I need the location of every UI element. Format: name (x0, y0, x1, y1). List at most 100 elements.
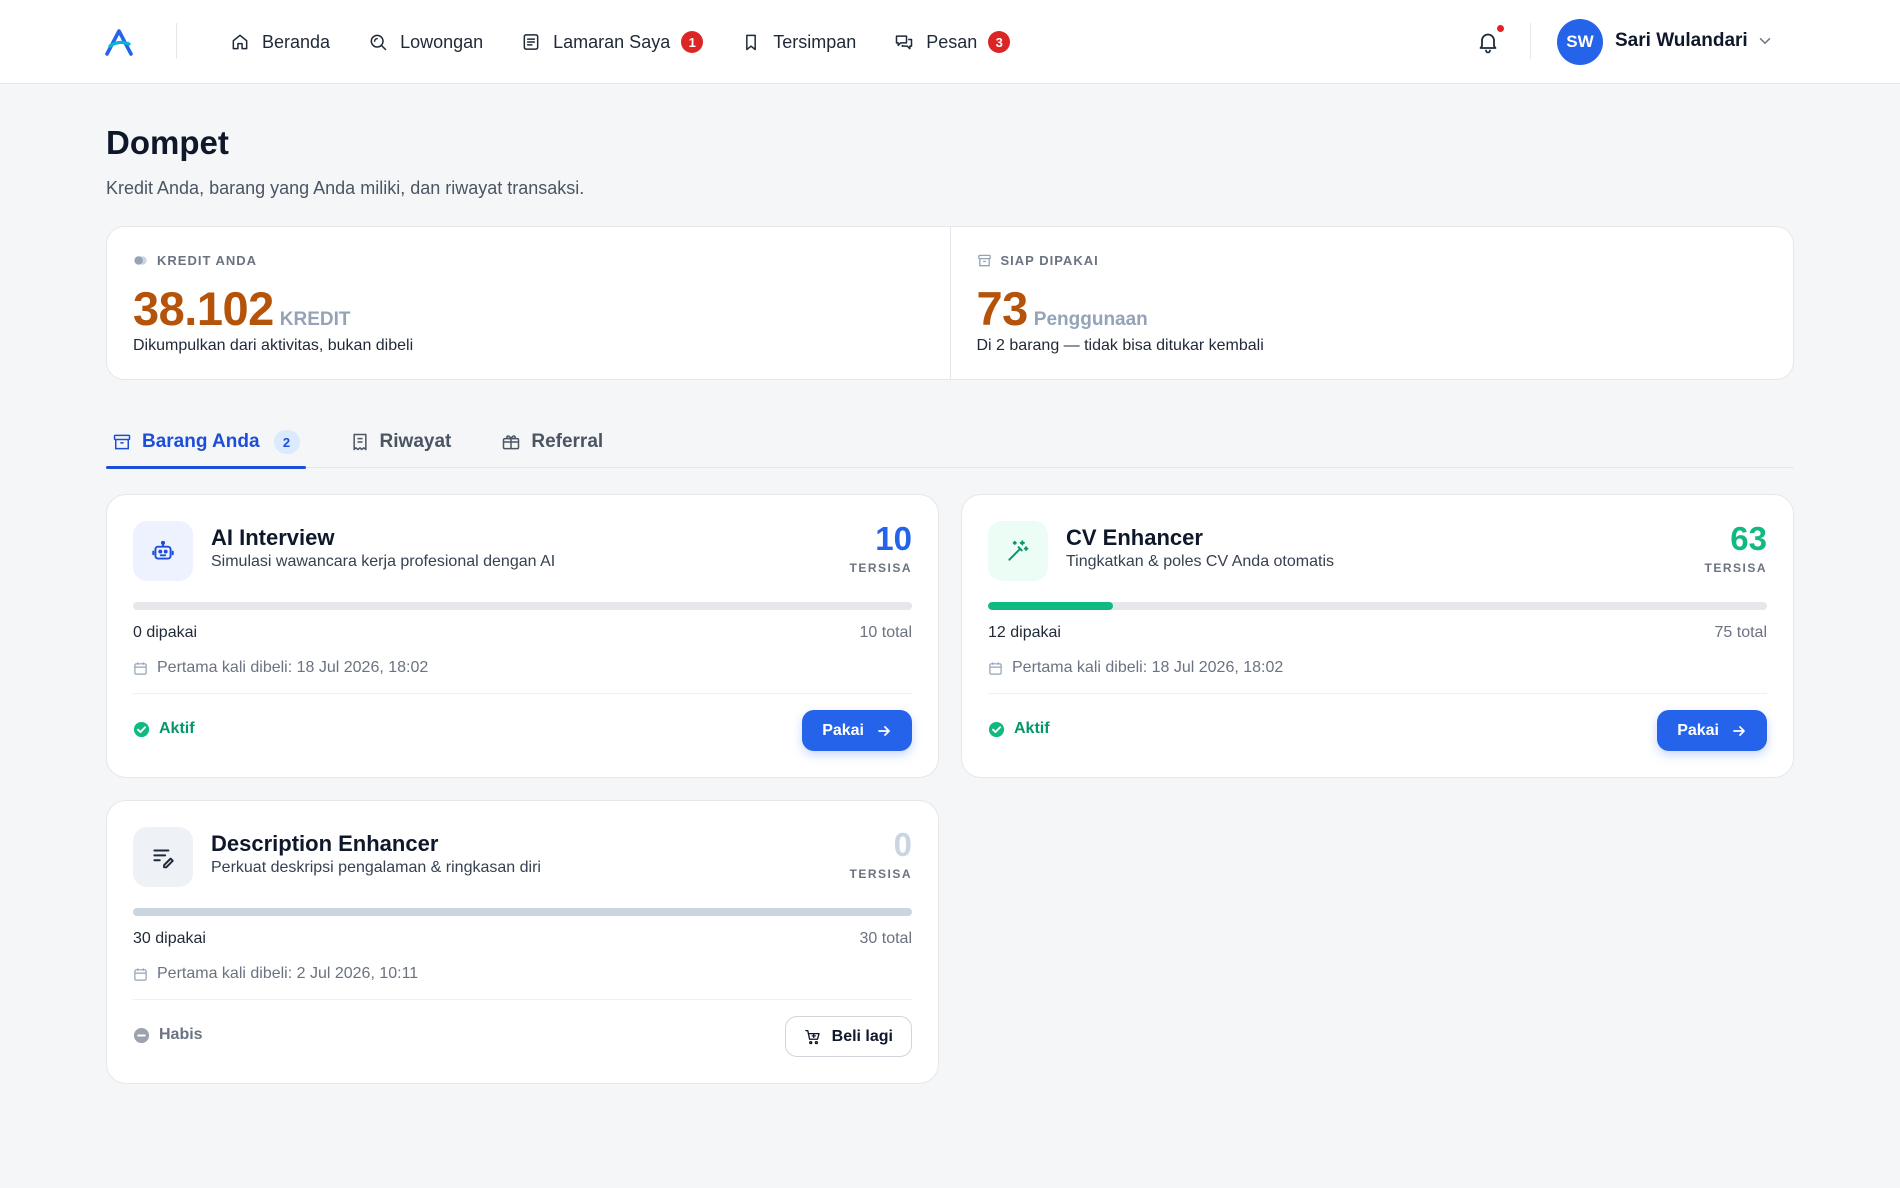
gift-icon (503, 435, 520, 450)
bell-icon[interactable] (1476, 30, 1500, 54)
edit-lines-icon (133, 827, 193, 887)
check-circle-icon (988, 721, 1005, 737)
item-description: Perkuat deskripsi pengalaman & ringkasan… (211, 859, 541, 876)
usage-progress-bar (133, 602, 912, 610)
top-navigation-bar: Beranda Lowongan Lamaran Saya 1 Tersimpa… (0, 0, 1900, 84)
purchase-date: Pertama kali dibeli: 18 Jul 2026, 18:02 (988, 659, 1283, 677)
used-count: 0 dipakai (133, 624, 198, 641)
page-title: Dompet (106, 124, 229, 161)
ready-stat-value: 73 Penggunaan (977, 281, 1148, 336)
credit-unit: KREDIT (279, 309, 351, 330)
bookmark-icon (746, 34, 757, 51)
tab-riwayat[interactable]: Riwayat (344, 416, 458, 468)
notification-count-badge: 1 (681, 31, 704, 53)
total-count: 10 total (859, 624, 912, 641)
ready-unit: Penggunaan (1033, 309, 1148, 330)
avatar[interactable]: SW (1557, 19, 1603, 65)
status-badge: Aktif (133, 720, 195, 738)
item-card-cv-enhancer: CV Enhancer Tingkatkan & poles CV Anda o… (961, 494, 1794, 778)
chevron-down-icon[interactable] (1756, 32, 1774, 50)
remaining-counter: 63 TERSISA (1704, 519, 1767, 575)
coins-icon (134, 256, 147, 265)
arrow-right-icon (1733, 725, 1745, 736)
tab-count-badge: 2 (273, 430, 300, 454)
ready-amount: 73 (976, 282, 1029, 335)
remaining-count: 0 (893, 826, 912, 863)
remaining-counter: 10 TERSISA (849, 519, 912, 575)
tab-label: Referral (531, 431, 604, 452)
wallet-tabs: Barang Anda 2 Riwayat Referral (106, 416, 1794, 469)
nav-item-pesan[interactable]: Pesan 3 (894, 22, 1011, 62)
user-name[interactable]: Sari Wulandari (1615, 30, 1748, 52)
nav-label: Lamaran Saya (553, 31, 671, 52)
arrow-right-icon (878, 725, 890, 736)
nav-item-beranda[interactable]: Beranda (230, 22, 330, 62)
check-circle-icon (133, 721, 150, 737)
tab-label: Riwayat (379, 431, 452, 452)
credit-stat: KREDIT ANDA 38.102 KREDIT Dikumpulkan da… (107, 227, 950, 379)
nav-label: Tersimpan (773, 31, 857, 52)
card-divider (133, 999, 912, 1000)
nav-label: Beranda (262, 31, 331, 52)
remaining-label: TERSISA (849, 561, 912, 575)
item-card-description-enhancer: Description Enhancer Perkuat deskripsi p… (106, 800, 939, 1084)
nav-item-lowongan[interactable]: Lowongan (368, 22, 483, 62)
nav-label: Pesan (926, 31, 978, 52)
magic-wand-icon (988, 521, 1048, 581)
purchase-date: Pertama kali dibeli: 18 Jul 2026, 18:02 (133, 659, 428, 677)
divider (176, 23, 177, 59)
ready-stat-description: Di 2 barang — tidak bisa ditukar kembali (976, 337, 1264, 354)
used-count: 12 dipakai (988, 624, 1061, 641)
wallet-summary-card: KREDIT ANDA 38.102 KREDIT Dikumpulkan da… (106, 226, 1794, 380)
purchase-date: Pertama kali dibeli: 2 Jul 2026, 10:11 (133, 965, 418, 983)
nav-item-lamaran-saya[interactable]: Lamaran Saya 1 (521, 22, 704, 62)
archive-icon (113, 434, 131, 450)
tab-referral[interactable]: Referral (495, 416, 609, 468)
nav-item-tersimpan[interactable]: Tersimpan (741, 22, 856, 62)
app-logo-icon[interactable] (104, 28, 134, 56)
remaining-label: TERSISA (849, 867, 912, 881)
status-badge: Aktif (988, 720, 1050, 738)
total-count: 75 total (1714, 624, 1767, 641)
receipt-icon (352, 433, 367, 451)
item-description: Simulasi wawancara kerja profesional den… (211, 553, 556, 570)
ready-stat-label: SIAP DIPAKAI (977, 253, 1099, 268)
use-item-button[interactable]: Pakai (1657, 710, 1767, 751)
tab-barang-anda[interactable]: Barang Anda 2 (106, 416, 306, 469)
total-count: 30 total (859, 930, 912, 947)
usage-progress-fill (133, 908, 912, 916)
credit-stat-description: Dikumpulkan dari aktivitas, bukan dibeli (133, 337, 414, 354)
item-card-ai-interview: AI Interview Simulasi wawancara kerja pr… (106, 494, 939, 778)
robot-icon (133, 521, 193, 581)
home-icon (232, 34, 248, 50)
status-badge: Habis (133, 1026, 203, 1044)
use-item-button[interactable]: Pakai (802, 710, 912, 751)
message-count-badge: 3 (988, 31, 1011, 53)
credit-stat-label: KREDIT ANDA (133, 253, 257, 268)
credit-stat-value: 38.102 KREDIT (133, 281, 351, 336)
archive-icon (977, 254, 991, 267)
tab-label: Barang Anda (142, 431, 260, 452)
calendar-icon (134, 661, 147, 675)
nav-label: Lowongan (400, 31, 484, 52)
usage-progress-bar (133, 908, 912, 916)
card-divider (988, 693, 1767, 694)
main-nav: Beranda Lowongan Lamaran Saya 1 Tersimpa… (230, 0, 1048, 84)
chat-icon (896, 35, 913, 50)
card-divider (133, 693, 912, 694)
cart-plus-icon (804, 1029, 820, 1044)
divider (1530, 23, 1531, 59)
calendar-icon (989, 661, 1002, 675)
remaining-count: 10 (875, 520, 912, 557)
search-jobs-icon (370, 34, 387, 51)
item-description: Tingkatkan & poles CV Anda otomatis (1066, 553, 1334, 570)
remaining-label: TERSISA (1704, 561, 1767, 575)
credit-amount: 38.102 (133, 282, 274, 335)
item-title: CV Enhancer (1066, 525, 1203, 550)
calendar-icon (134, 967, 147, 981)
item-title: AI Interview (211, 525, 335, 550)
item-title: Description Enhancer (211, 831, 439, 856)
remaining-count: 63 (1730, 520, 1767, 557)
document-icon (523, 34, 539, 50)
buy-again-button[interactable]: Beli lagi (784, 1016, 912, 1057)
